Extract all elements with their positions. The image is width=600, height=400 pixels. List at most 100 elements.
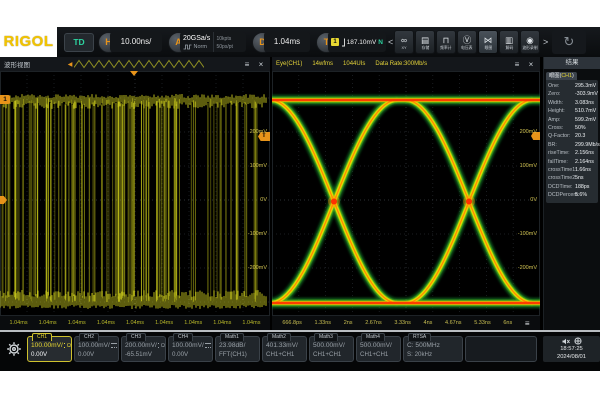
eye-tlabel-3: 2.67ns xyxy=(365,320,382,326)
wave-tlabel-7: 1.04ms xyxy=(213,320,231,326)
channel-box-ch4-offset: 0.00V xyxy=(172,351,212,358)
square-wave-icon xyxy=(183,44,192,50)
wave-tlabel-5: 1.04ms xyxy=(155,320,173,326)
dc-coupling-icon xyxy=(205,343,211,348)
wave-vlabel-100mV: 100mV xyxy=(250,163,267,169)
math-box-math4[interactable]: Math4500.00mV/CH1+CH1 xyxy=(356,336,401,362)
channel1-tag[interactable]: 1 xyxy=(0,95,10,104)
toolbar-button-record[interactable]: ◉波形录制 xyxy=(520,30,540,54)
dc-coupling-icon xyxy=(111,343,117,348)
wave-tlabel-8: 1.04ms xyxy=(242,320,260,326)
lan-icon xyxy=(574,337,582,345)
math-box-math4-offset: CH1+CH1 xyxy=(360,351,400,358)
math-box-math2-scale: 401.33mV/ xyxy=(266,342,306,350)
trigger-mode-badge[interactable]: TD xyxy=(64,33,94,52)
result-label: Height: xyxy=(548,107,575,115)
horizontal-scale-box[interactable]: 10.00ns/ xyxy=(110,32,162,52)
channel-box-ch3-tab: CH3 xyxy=(126,333,146,341)
math-box-math1-scale: 23.98dB/ xyxy=(219,342,259,350)
channel-box-ch2-scale: 100.00mV/ xyxy=(78,342,118,350)
trigger-source-badge: 1 xyxy=(331,38,339,46)
delay-box[interactable]: 1.04ms xyxy=(264,32,310,52)
wave-tlabel-2: 1.04ms xyxy=(68,320,86,326)
overview-left-arrow-icon[interactable]: ◀ xyxy=(68,61,73,68)
result-value: 50% xyxy=(575,124,586,132)
clock-box[interactable]: 18:57:25 2024/08/01 xyxy=(543,336,600,362)
header-toolbar: ∞XY▤存储⊓频率计Ⓥ电压表⋈眼图▥解码◉波形录制 xyxy=(394,30,540,54)
toolbar-button-decode[interactable]: ▥解码 xyxy=(499,30,519,54)
wave-tlabel-4: 1.04ms xyxy=(126,320,144,326)
rtsa-box-tab: RTSA xyxy=(408,333,431,341)
eye-close-icon[interactable]: × xyxy=(526,60,536,69)
results-measurements: One:295.3mVZero:-303.9mVWidth:3.083nsHei… xyxy=(546,80,598,203)
waveform-grid-area: 1 T 200mV100mV0V-100mV-200mV xyxy=(0,71,270,316)
result-value: 299.9Mb/s xyxy=(575,141,600,149)
eye-tlabel-6: 4.67ns xyxy=(445,320,462,326)
math-box-math1[interactable]: Math123.98dB/FFT(CH1) xyxy=(215,336,260,362)
eye-wfms-count: 14wfms xyxy=(312,61,333,67)
eye-menu-icon[interactable]: ≡ xyxy=(512,60,522,69)
result-row-crossTime1: crossTime1:1.66ns xyxy=(548,166,596,174)
channel-box-ch2[interactable]: CH2100.00mV/0.00V xyxy=(74,336,119,362)
settings-button[interactable] xyxy=(4,336,24,362)
refresh-button[interactable]: ↻ xyxy=(552,30,586,54)
math-box-math3-tab: Math3 xyxy=(314,333,338,341)
storage-label: 存储 xyxy=(421,45,429,49)
empty-status-box xyxy=(465,336,537,362)
toolbar-prev-arrow[interactable]: < xyxy=(388,37,393,47)
toolbar-button-xy[interactable]: ∞XY xyxy=(394,30,414,54)
math-box-math3-offset: CH1+CH1 xyxy=(313,351,353,358)
eye-tlabel-4: 3.33ns xyxy=(394,320,411,326)
xy-label: XY xyxy=(401,45,406,49)
math-box-math3[interactable]: Math3500.00mV/CH1+CH1 xyxy=(309,336,354,362)
math-box-math2-tab: Math2 xyxy=(267,333,291,341)
acquisition-box[interactable]: 20GSa/s Norm 10kpts 50ps/pt xyxy=(180,32,246,52)
rising-edge-icon xyxy=(341,38,345,47)
eye-tlabel-0: 666.8ps xyxy=(282,320,302,326)
eye-results-menu-icon[interactable]: ≡ xyxy=(525,319,530,328)
channel-box-ch1[interactable]: CH1100.00mV/Ω0.00V xyxy=(27,336,72,362)
toolbar-button-eye[interactable]: ⋈眼图 xyxy=(478,30,498,54)
math-box-math2[interactable]: Math2401.33mV/CH1+CH1 xyxy=(262,336,307,362)
oscilloscope-ui: RIGOL TD H 10.00ns/ A 20GSa/s Norm 10kpt… xyxy=(0,27,600,371)
trigger-position-marker[interactable] xyxy=(130,71,138,76)
scale-text: 500.00mV/ xyxy=(313,342,345,350)
result-label: Q-Factor: xyxy=(548,132,575,140)
channel-box-ch1-tab: CH1 xyxy=(32,333,52,341)
results-tab-eye-ch1[interactable]: 眼图(CH1) xyxy=(546,72,577,80)
result-label: fallTime: xyxy=(548,158,575,166)
wave-tlabel-3: 1.04ms xyxy=(97,320,115,326)
toolbar-next-arrow[interactable]: > xyxy=(543,37,548,47)
channel-box-ch4[interactable]: CH4100.00mV/0.00V xyxy=(168,336,213,362)
voltmeter-label: 电压表 xyxy=(461,45,472,49)
waveform-overview-strip[interactable] xyxy=(74,59,204,69)
impedance-icon: Ω xyxy=(67,342,71,350)
waveform-close-icon[interactable]: × xyxy=(256,60,266,69)
decode-label: 解码 xyxy=(505,45,513,49)
toolbar-button-storage[interactable]: ▤存储 xyxy=(415,30,435,54)
trigger-box[interactable]: 1 187.10mV N xyxy=(328,32,386,52)
eye-tlabel-1: 1.33ns xyxy=(315,320,332,326)
eye-vlabel-100mV: 100mV xyxy=(520,163,537,169)
clock-time: 18:57:25 xyxy=(543,345,600,353)
scale-text: 500.00mV/ xyxy=(360,342,392,350)
scale-text: 100.00mV/ xyxy=(172,342,204,350)
toolbar-button-counter[interactable]: ⊓频率计 xyxy=(436,30,456,54)
rtsa-box[interactable]: RTSAC: 500MHzS: 20kHz xyxy=(403,336,463,362)
channel-box-ch3[interactable]: CH3200.00mV/Ω-65.51mV xyxy=(121,336,166,362)
math-box-math1-offset: FFT(CH1) xyxy=(219,351,259,358)
channel-status-boxes: CH1100.00mV/Ω0.00VCH2100.00mV/0.00VCH320… xyxy=(27,336,537,362)
record-label: 波形录制 xyxy=(522,45,537,49)
scale-text: 401.33mV/ xyxy=(266,342,298,350)
wave-tlabel-1: 1.04ms xyxy=(39,320,57,326)
eye-tlabel-2: 2ns xyxy=(344,320,353,326)
result-row-crossTime2: crossTime2:5ns xyxy=(548,174,596,182)
math-box-math2-offset: CH1+CH1 xyxy=(266,351,306,358)
eye-vlabel-0V: 0V xyxy=(530,197,537,203)
eye-diagram-trace xyxy=(272,71,540,316)
waveform-menu-icon[interactable]: ≡ xyxy=(242,60,252,69)
waveform-panel-title: 波形视图 xyxy=(4,59,30,69)
refresh-icon: ↻ xyxy=(564,34,575,49)
eye-panel-header: Eye(CH1) 14wfms 1044UIs Data Rate:300Mb/… xyxy=(272,57,540,71)
toolbar-button-voltmeter[interactable]: Ⓥ电压表 xyxy=(457,30,477,54)
